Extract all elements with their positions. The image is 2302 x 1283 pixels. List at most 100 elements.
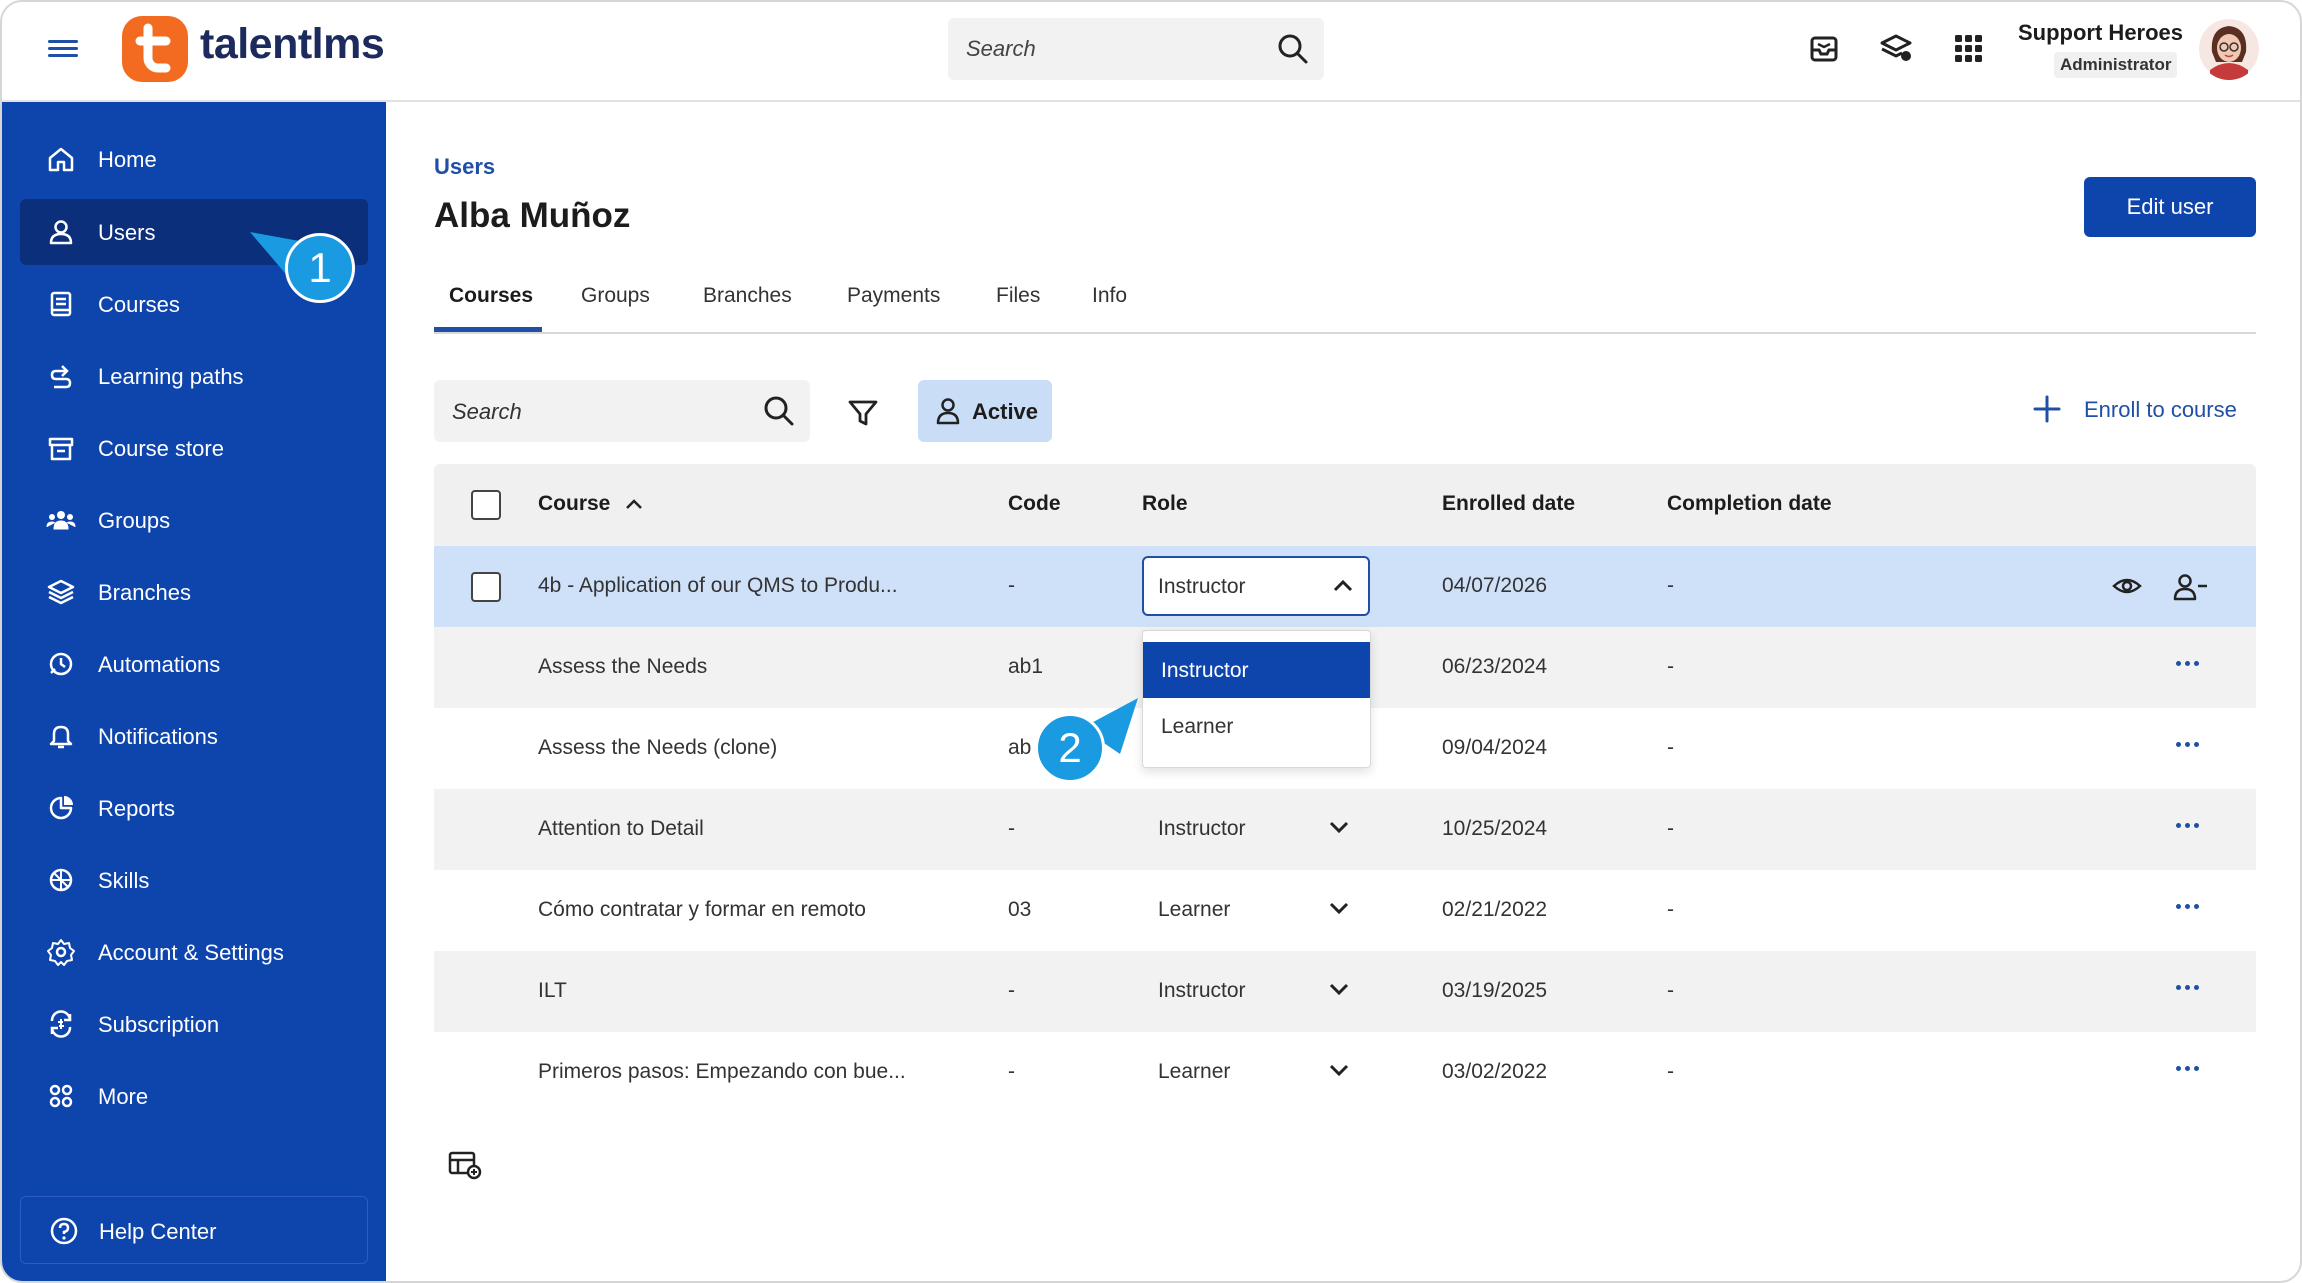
sidebar-item-branches[interactable]: Branches <box>20 559 368 625</box>
sidebar-item-account-settings[interactable]: Account & Settings <box>20 919 368 985</box>
course-name[interactable]: Cómo contratar y formar en remoto <box>538 898 866 922</box>
sidebar-item-groups[interactable]: Groups <box>20 487 368 553</box>
role-option-label: Instructor <box>1161 659 1249 682</box>
sidebar-item-home[interactable]: Home <box>20 126 368 192</box>
enrolled-date: 03/19/2025 <box>1442 979 1548 1002</box>
sidebar-item-reports[interactable]: Reports <box>20 775 368 841</box>
tab-files[interactable]: Files <box>996 284 1040 308</box>
course-search-placeholder: Search <box>452 399 522 424</box>
sidebar-item-more[interactable]: More <box>20 1063 368 1129</box>
tab-groups[interactable]: Groups <box>581 284 650 308</box>
app-window: talentlms Search Support Heroes Administ… <box>0 0 2302 1283</box>
chevron-down-icon[interactable] <box>1328 979 1350 999</box>
active-status-filter[interactable]: Active <box>918 380 1052 442</box>
completion-date: - <box>1667 1060 1674 1083</box>
table-row[interactable]: 4b - Application of our QMS to Produ... … <box>434 546 2256 627</box>
chevron-down-icon[interactable] <box>1328 817 1350 837</box>
sidebar-item-label: Skills <box>98 868 150 893</box>
role-value[interactable]: Learner <box>1158 898 1230 922</box>
table-row[interactable]: Primeros pasos: Empezando con bue... - L… <box>434 1032 2256 1113</box>
enroll-label: Enroll to course <box>2084 397 2237 422</box>
role-option-instructor[interactable]: Instructor <box>1143 642 1370 698</box>
global-search-input[interactable]: Search <box>948 18 1324 80</box>
course-name[interactable]: Assess the Needs (clone) <box>538 736 777 760</box>
role-value[interactable]: Instructor <box>1158 817 1246 841</box>
column-header-role: Role <box>1142 492 1188 515</box>
user-name[interactable]: Support Heroes <box>2018 20 2183 46</box>
sidebar-item-label: Account & Settings <box>98 940 284 965</box>
sidebar-item-subscription[interactable]: Subscription <box>20 991 368 1057</box>
search-icon <box>764 396 794 426</box>
course-code: - <box>1008 1060 1015 1083</box>
table-row[interactable]: ILT - Instructor 03/19/2025 - <box>434 951 2256 1032</box>
course-code: ab1 <box>1008 655 1044 678</box>
sidebar-item-label: Branches <box>98 580 191 605</box>
tab-branches[interactable]: Branches <box>703 284 792 308</box>
apps-grid-icon[interactable] <box>1950 30 1986 66</box>
table-settings-icon[interactable] <box>448 1150 482 1180</box>
preview-eye-icon[interactable] <box>2112 572 2142 600</box>
sidebar-item-label: Home <box>98 147 157 172</box>
user-icon <box>49 220 73 245</box>
role-option-learner[interactable]: Learner <box>1143 698 1370 754</box>
help-center-button[interactable]: Help Center <box>20 1196 368 1264</box>
role-select[interactable]: Instructor <box>1142 556 1370 616</box>
course-name[interactable]: Assess the Needs <box>538 655 707 679</box>
more-icon <box>49 1084 73 1108</box>
role-value[interactable]: Instructor <box>1158 979 1246 1003</box>
filter-icon[interactable] <box>846 396 880 430</box>
row-checkbox[interactable] <box>471 572 501 602</box>
avatar[interactable] <box>2198 18 2260 80</box>
callout-badge-2: 2 <box>1035 713 1105 783</box>
sidebar-item-skills[interactable]: Skills <box>20 847 368 913</box>
sidebar-item-automations[interactable]: Automations <box>20 631 368 697</box>
tab-courses[interactable]: Courses <box>449 284 533 308</box>
chevron-down-icon[interactable] <box>1328 898 1350 918</box>
role-value[interactable]: Learner <box>1158 1060 1230 1084</box>
layers-switch-icon[interactable] <box>1878 30 1914 66</box>
row-more-icon[interactable] <box>2176 815 2208 839</box>
column-header-course[interactable]: Course <box>538 492 610 516</box>
row-more-icon[interactable] <box>2176 1058 2208 1082</box>
tab-info[interactable]: Info <box>1092 284 1127 308</box>
edit-user-button[interactable]: Edit user <box>2084 177 2256 237</box>
sidebar-item-label: Notifications <box>98 724 218 749</box>
enrolled-date: 02/21/2022 <box>1442 898 1548 921</box>
unenroll-user-icon[interactable] <box>2172 572 2210 602</box>
sidebar-item-label: Groups <box>98 508 171 533</box>
row-more-icon[interactable] <box>2176 734 2208 758</box>
breadcrumb[interactable]: Users <box>434 154 495 180</box>
course-name[interactable]: 4b - Application of our QMS to Produ... <box>538 574 898 598</box>
completion-date: - <box>1667 979 1674 1002</box>
course-name[interactable]: Primeros pasos: Empezando con bue... <box>538 1060 906 1084</box>
table-row[interactable]: Cómo contratar y formar en remoto 03 Lea… <box>434 870 2256 951</box>
sidebar-item-notifications[interactable]: Notifications <box>20 703 368 769</box>
course-code: - <box>1008 979 1015 1002</box>
sidebar-item-course-store[interactable]: Course store <box>20 415 368 481</box>
row-more-icon[interactable] <box>2176 977 2208 1001</box>
hamburger-menu-icon[interactable] <box>48 36 78 62</box>
completion-date: - <box>1667 898 1674 921</box>
plus-icon <box>2033 395 2061 423</box>
row-more-icon[interactable] <box>2176 653 2208 677</box>
column-header-enrolled-date: Enrolled date <box>1442 492 1576 515</box>
select-all-checkbox[interactable] <box>471 490 501 520</box>
sort-ascending-icon[interactable] <box>624 496 644 512</box>
role-dropdown-menu: Instructor Learner <box>1142 630 1371 768</box>
branches-icon <box>47 579 75 605</box>
table-row[interactable]: Attention to Detail - Instructor 10/25/2… <box>434 789 2256 870</box>
enrolled-date: 09/04/2024 <box>1442 736 1548 759</box>
tab-payments[interactable]: Payments <box>847 284 940 308</box>
messages-icon[interactable] <box>1806 30 1842 66</box>
completion-date: - <box>1667 655 1674 678</box>
course-search-input[interactable]: Search <box>434 380 810 442</box>
logo-text: talentlms <box>200 20 385 68</box>
learning-paths-icon <box>50 365 72 389</box>
chevron-down-icon[interactable] <box>1328 1060 1350 1080</box>
sidebar-item-learning-paths[interactable]: Learning paths <box>20 343 368 409</box>
course-code: - <box>1008 574 1015 597</box>
row-more-icon[interactable] <box>2176 896 2208 920</box>
course-name[interactable]: Attention to Detail <box>538 817 704 841</box>
course-name[interactable]: ILT <box>538 979 567 1003</box>
search-icon <box>1278 34 1308 64</box>
